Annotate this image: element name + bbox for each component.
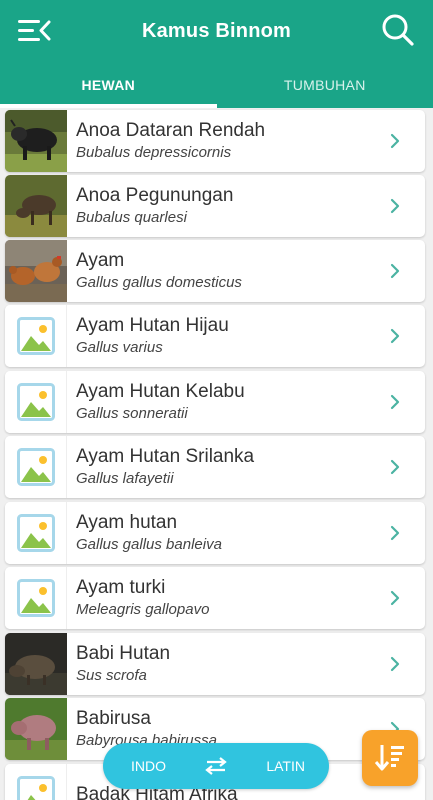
- item-thumbnail: [5, 567, 67, 629]
- list-item[interactable]: Ayam Hutan Kelabu Gallus sonneratii: [5, 371, 425, 433]
- search-icon[interactable]: [381, 13, 415, 47]
- tab-bar: HEWAN TUMBUHAN: [0, 62, 433, 108]
- chevron-right-icon: [390, 590, 400, 606]
- chevron-right-icon: [390, 656, 400, 672]
- list-item[interactable]: Ayam Hutan Srilanka Gallus lafayetii: [5, 436, 425, 498]
- item-latin-name: Bubalus depressicornis: [76, 144, 232, 161]
- list-item[interactable]: Ayam Gallus gallus domesticus: [5, 240, 425, 302]
- image-placeholder-icon: [16, 776, 55, 800]
- list-item[interactable]: Ayam Hutan Hijau Gallus varius: [5, 305, 425, 367]
- toggle-latin-label[interactable]: LATIN: [266, 758, 305, 774]
- item-latin-name: Gallus lafayetii: [76, 470, 174, 487]
- chevron-right-icon: [390, 263, 400, 279]
- image-placeholder-icon: [16, 514, 55, 552]
- image-placeholder-icon: [16, 448, 55, 486]
- item-latin-name: Gallus sonneratii: [76, 405, 188, 422]
- app-bar: Kamus Binnom: [0, 0, 433, 62]
- item-thumbnail: [5, 175, 67, 237]
- item-thumbnail: [5, 110, 67, 172]
- item-name: Anoa Dataran Rendah: [76, 120, 266, 141]
- chevron-right-icon: [390, 525, 400, 541]
- item-name: Babirusa: [76, 708, 151, 729]
- swap-arrows-icon[interactable]: [203, 757, 229, 775]
- language-toggle[interactable]: INDO LATIN: [103, 743, 329, 789]
- item-latin-name: Gallus gallus domesticus: [76, 274, 242, 291]
- item-name: Ayam Hutan Srilanka: [76, 446, 255, 467]
- item-latin-name: Gallus gallus banleiva: [76, 536, 222, 553]
- item-name: Ayam hutan: [76, 512, 178, 533]
- item-name: Babi Hutan: [76, 643, 171, 664]
- list-item[interactable]: Anoa Dataran Rendah Bubalus depressicorn…: [5, 110, 425, 172]
- list-item[interactable]: Ayam hutan Gallus gallus banleiva: [5, 502, 425, 564]
- item-name: Ayam Hutan Kelabu: [76, 381, 245, 402]
- image-placeholder-icon: [16, 579, 55, 617]
- menu-collapse-icon[interactable]: [16, 17, 52, 45]
- sort-descending-icon: [374, 745, 404, 771]
- item-thumbnail: [5, 240, 67, 302]
- item-thumbnail: [5, 371, 67, 433]
- item-name: Ayam: [76, 250, 125, 271]
- item-name: Anoa Pegunungan: [76, 185, 234, 206]
- item-thumbnail: [5, 633, 67, 695]
- sort-button[interactable]: [362, 730, 418, 786]
- tab-hewan-label: HEWAN: [81, 77, 136, 93]
- item-latin-name: Bubalus quarlesi: [76, 209, 187, 226]
- item-thumbnail: [5, 436, 67, 498]
- image-placeholder-icon: [16, 383, 55, 421]
- image-placeholder-icon: [16, 317, 55, 355]
- tab-tumbuhan[interactable]: TUMBUHAN: [217, 62, 433, 108]
- chevron-right-icon: [390, 394, 400, 410]
- chevron-right-icon: [390, 328, 400, 344]
- item-name: Ayam Hutan Hijau: [76, 315, 229, 336]
- chevron-right-icon: [390, 198, 400, 214]
- animal-list[interactable]: Anoa Dataran Rendah Bubalus depressicorn…: [0, 108, 433, 800]
- item-latin-name: Sus scrofa: [76, 667, 147, 684]
- chevron-right-icon: [390, 133, 400, 149]
- item-latin-name: Meleagris gallopavo: [76, 601, 210, 618]
- item-latin-name: Gallus varius: [76, 339, 163, 356]
- app-title: Kamus Binnom: [141, 19, 292, 42]
- list-item[interactable]: Ayam turki Meleagris gallopavo: [5, 567, 425, 629]
- chevron-right-icon: [390, 459, 400, 475]
- app-root: Kamus Binnom HEWAN TUMBUHAN Anoa Dataran…: [0, 0, 433, 800]
- tab-tumbuhan-label: TUMBUHAN: [283, 77, 366, 93]
- item-thumbnail: [5, 305, 67, 367]
- item-thumbnail: [5, 698, 67, 760]
- list-item[interactable]: Anoa Pegunungan Bubalus quarlesi: [5, 175, 425, 237]
- toggle-indo-label[interactable]: INDO: [131, 758, 166, 774]
- item-thumbnail: [5, 502, 67, 564]
- tab-hewan[interactable]: HEWAN: [0, 62, 217, 108]
- list-item[interactable]: Babi Hutan Sus scrofa: [5, 633, 425, 695]
- item-thumbnail: [5, 764, 67, 800]
- item-name: Ayam turki: [76, 577, 166, 598]
